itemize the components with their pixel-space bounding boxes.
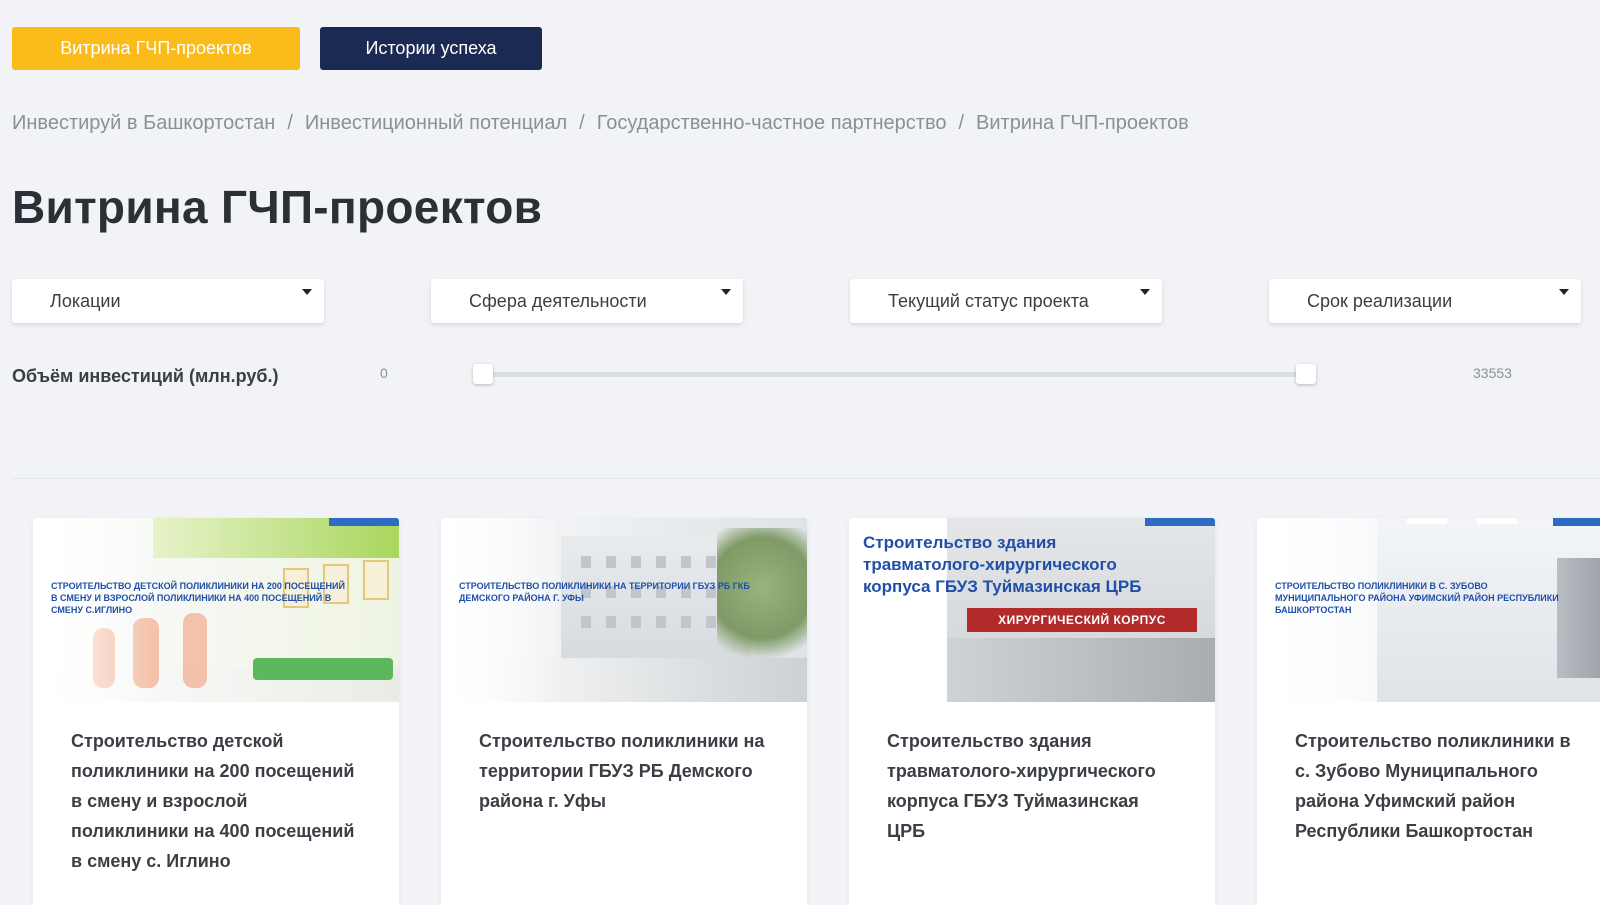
investment-range-min-handle[interactable] [473, 364, 493, 384]
top-tabs: Витрина ГЧП-проектов Истории успеха [12, 27, 542, 70]
project-card[interactable]: ХИРУРГИЧЕСКИЙ КОРПУС Строительство здани… [849, 518, 1215, 905]
investment-range-track[interactable] [482, 372, 1308, 377]
breadcrumb-item-potential[interactable]: Инвестиционный потенциал [305, 112, 567, 135]
filter-period-label: Срок реализации [1307, 291, 1453, 311]
filter-location-label: Локации [50, 291, 121, 311]
caret-down-icon [1140, 289, 1150, 295]
breadcrumb-separator: / [287, 112, 293, 134]
filter-location-dropdown[interactable]: Локации [12, 279, 324, 323]
filter-period-dropdown[interactable]: Срок реализации [1269, 279, 1581, 323]
breadcrumb: Инвестируй в Башкортостан / Инвестиционн… [12, 112, 1189, 135]
project-card-image-caption: Строительство здания травматолого-хирург… [863, 533, 1142, 597]
project-card[interactable]: Строительство поликлиники в с. Зубово Му… [1257, 518, 1600, 905]
project-card-image-caption: Строительство поликлиники на территории … [459, 581, 750, 604]
filter-sphere-label: Сфера деятельности [469, 291, 647, 311]
filter-sphere-dropdown[interactable]: Сфера деятельности [431, 279, 743, 323]
caret-down-icon [302, 289, 312, 295]
breadcrumb-separator: / [958, 112, 965, 134]
filters-bar: Локации Сфера деятельности Текущий стату… [12, 279, 1582, 323]
breadcrumb-item-ppp[interactable]: Государственно-частное партнерство [597, 112, 947, 135]
investment-range-max-handle[interactable] [1296, 364, 1316, 384]
investment-range-min: 0 [380, 365, 388, 381]
project-card-image-sign: ХИРУРГИЧЕСКИЙ КОРПУС [967, 608, 1197, 632]
project-card-title: Строительство поликлиники на территории … [479, 731, 765, 811]
project-card-image-caption: Строительство детской поликлиники на 200… [51, 581, 345, 616]
filter-status-dropdown[interactable]: Текущий статус проекта [850, 279, 1162, 323]
investment-range-max: 33553 [1473, 365, 1512, 381]
project-card-image: Строительство детской поликлиники на 200… [33, 518, 399, 702]
caret-down-icon [1559, 289, 1569, 295]
investment-range-label: Объём инвестиций (млн.руб.) [12, 366, 279, 386]
project-card-image: Строительство поликлиники на территории … [441, 518, 807, 702]
project-card-title: Строительство детской поликлиники на 200… [71, 731, 355, 871]
project-card-title: Строительство здания травматолого-хирург… [887, 731, 1156, 841]
caret-down-icon [721, 289, 731, 295]
project-card-image: Строительство поликлиники в с. Зубово Му… [1257, 518, 1600, 702]
breadcrumb-item-invest[interactable]: Инвестируй в Башкортостан [12, 112, 275, 135]
section-divider [12, 478, 1600, 479]
page-title: Витрина ГЧП-проектов [12, 181, 543, 233]
tab-showcase[interactable]: Витрина ГЧП-проектов [12, 27, 300, 70]
breadcrumb-item-current: Витрина ГЧП-проектов [976, 112, 1189, 134]
page: Витрина ГЧП-проектов Истории успеха Инве… [0, 0, 1600, 905]
filter-status-label: Текущий статус проекта [888, 291, 1089, 311]
tab-success-stories[interactable]: Истории успеха [320, 27, 542, 70]
project-card-image-caption: Строительство поликлиники в с. Зубово Му… [1275, 581, 1559, 616]
project-card[interactable]: Строительство поликлиники на территории … [441, 518, 807, 905]
project-card[interactable]: Строительство детской поликлиники на 200… [33, 518, 399, 905]
project-card-image: ХИРУРГИЧЕСКИЙ КОРПУС Строительство здани… [849, 518, 1215, 702]
project-card-title: Строительство поликлиники в с. Зубово Му… [1295, 731, 1571, 841]
breadcrumb-separator: / [579, 112, 585, 134]
